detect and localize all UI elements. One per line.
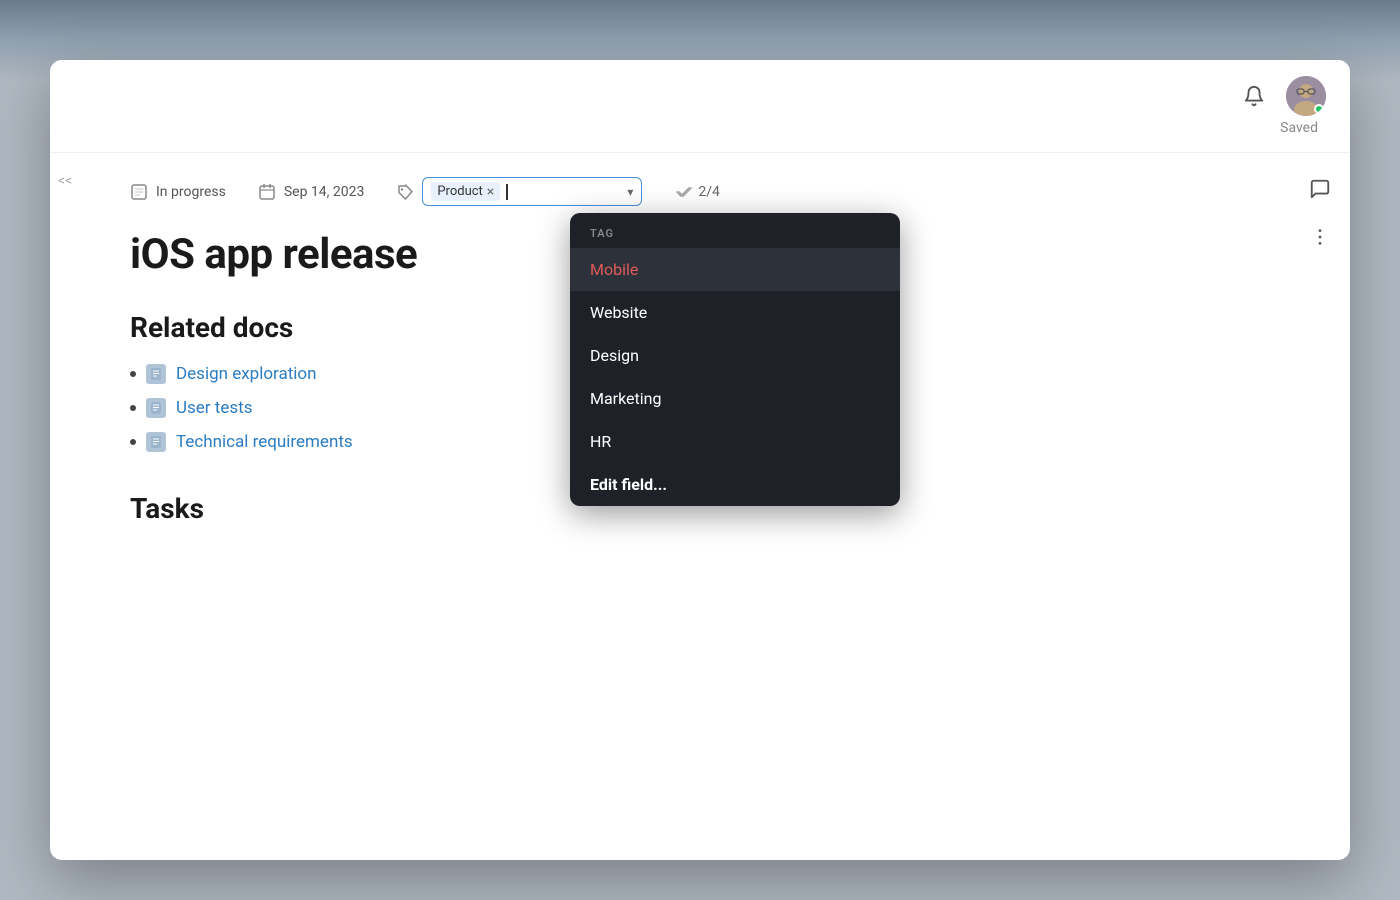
dropdown-item-website[interactable]: Website [570, 291, 900, 334]
tag-icon [396, 183, 414, 201]
online-dot [1314, 104, 1324, 114]
dropdown-item-hr[interactable]: HR [570, 420, 900, 463]
topbar-icons [1238, 76, 1326, 116]
checklist-count: 2/4 [698, 184, 720, 200]
dropdown-item-marketing[interactable]: Marketing [570, 377, 900, 420]
user-tests-link[interactable]: User tests [176, 398, 252, 418]
comment-button[interactable] [1304, 173, 1336, 205]
calendar-icon [258, 183, 276, 201]
nav-back-arrows[interactable]: << [50, 153, 90, 860]
dropdown-header: TAG [570, 213, 900, 248]
tag-chip-label: Product [437, 184, 482, 199]
topbar-right: Saved [1238, 76, 1326, 136]
doc-icon [146, 432, 166, 452]
topbar: Saved [50, 60, 1350, 153]
tag-chip-remove[interactable]: × [487, 185, 494, 199]
dropdown-item-edit-field[interactable]: Edit field... [570, 463, 900, 506]
main-window: Saved << In pro [50, 60, 1350, 860]
bullet-dot [130, 405, 136, 411]
avatar[interactable] [1286, 76, 1326, 116]
status-label: In progress [156, 184, 226, 200]
more-options-button[interactable] [1304, 221, 1336, 253]
bell-button[interactable] [1238, 80, 1270, 112]
tag-dropdown-menu: TAG Mobile Website Design Marketing HR E… [570, 213, 900, 506]
bullet-dot [130, 371, 136, 377]
technical-requirements-link[interactable]: Technical requirements [176, 432, 353, 452]
dropdown-item-design[interactable]: Design [570, 334, 900, 377]
saved-status: Saved [1280, 120, 1318, 136]
tag-dropdown-arrow[interactable]: ▾ [627, 185, 633, 199]
doc-icon [146, 398, 166, 418]
tag-cursor [506, 184, 508, 200]
bullet-dot [130, 439, 136, 445]
design-exploration-link[interactable]: Design exploration [176, 364, 317, 384]
status-icon [130, 183, 148, 201]
tag-field: Product × ▾ [396, 177, 642, 206]
checklist-field[interactable]: 2/4 [674, 183, 720, 201]
content-area: << In progress [50, 153, 1350, 860]
document-area: In progress Sep 14, 2023 [90, 153, 1290, 860]
date-label: Sep 14, 2023 [284, 184, 365, 200]
tag-input-container[interactable]: Product × ▾ [422, 177, 642, 206]
metadata-row: In progress Sep 14, 2023 [130, 177, 1250, 206]
dropdown-item-mobile[interactable]: Mobile [570, 248, 900, 291]
product-tag-chip: Product × [431, 182, 500, 201]
doc-icon [146, 364, 166, 384]
status-field[interactable]: In progress [130, 183, 226, 201]
right-actions [1290, 153, 1350, 860]
date-field[interactable]: Sep 14, 2023 [258, 183, 365, 201]
